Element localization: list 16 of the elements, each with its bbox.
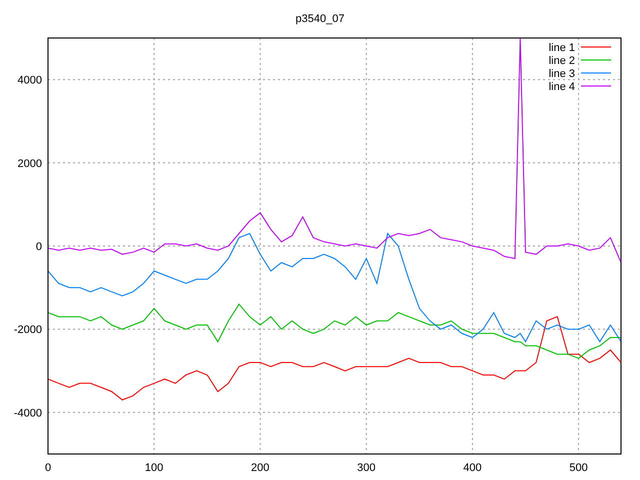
x-tick-label: 400 xyxy=(463,462,482,474)
legend-label: line 1 xyxy=(548,42,575,54)
chart-title: p3540_07 xyxy=(296,13,344,25)
y-tick-label: -4000 xyxy=(14,407,42,420)
y-tick-label: -2000 xyxy=(14,324,42,336)
x-tick-label: 0 xyxy=(44,462,52,474)
x-tick-label: 500 xyxy=(569,462,588,474)
legend-label: line 4 xyxy=(548,81,575,93)
y-tick-label: 2000 xyxy=(18,158,42,170)
y-tick-label: 4000 xyxy=(18,74,42,87)
y-tick-label: 0 xyxy=(36,241,42,253)
legend-label: line 3 xyxy=(548,68,575,80)
x-tick-label: 100 xyxy=(144,462,164,474)
x-tick-label: 200 xyxy=(251,462,270,474)
legend-label: line 2 xyxy=(548,55,575,67)
x-tick-label: 300 xyxy=(357,462,376,474)
